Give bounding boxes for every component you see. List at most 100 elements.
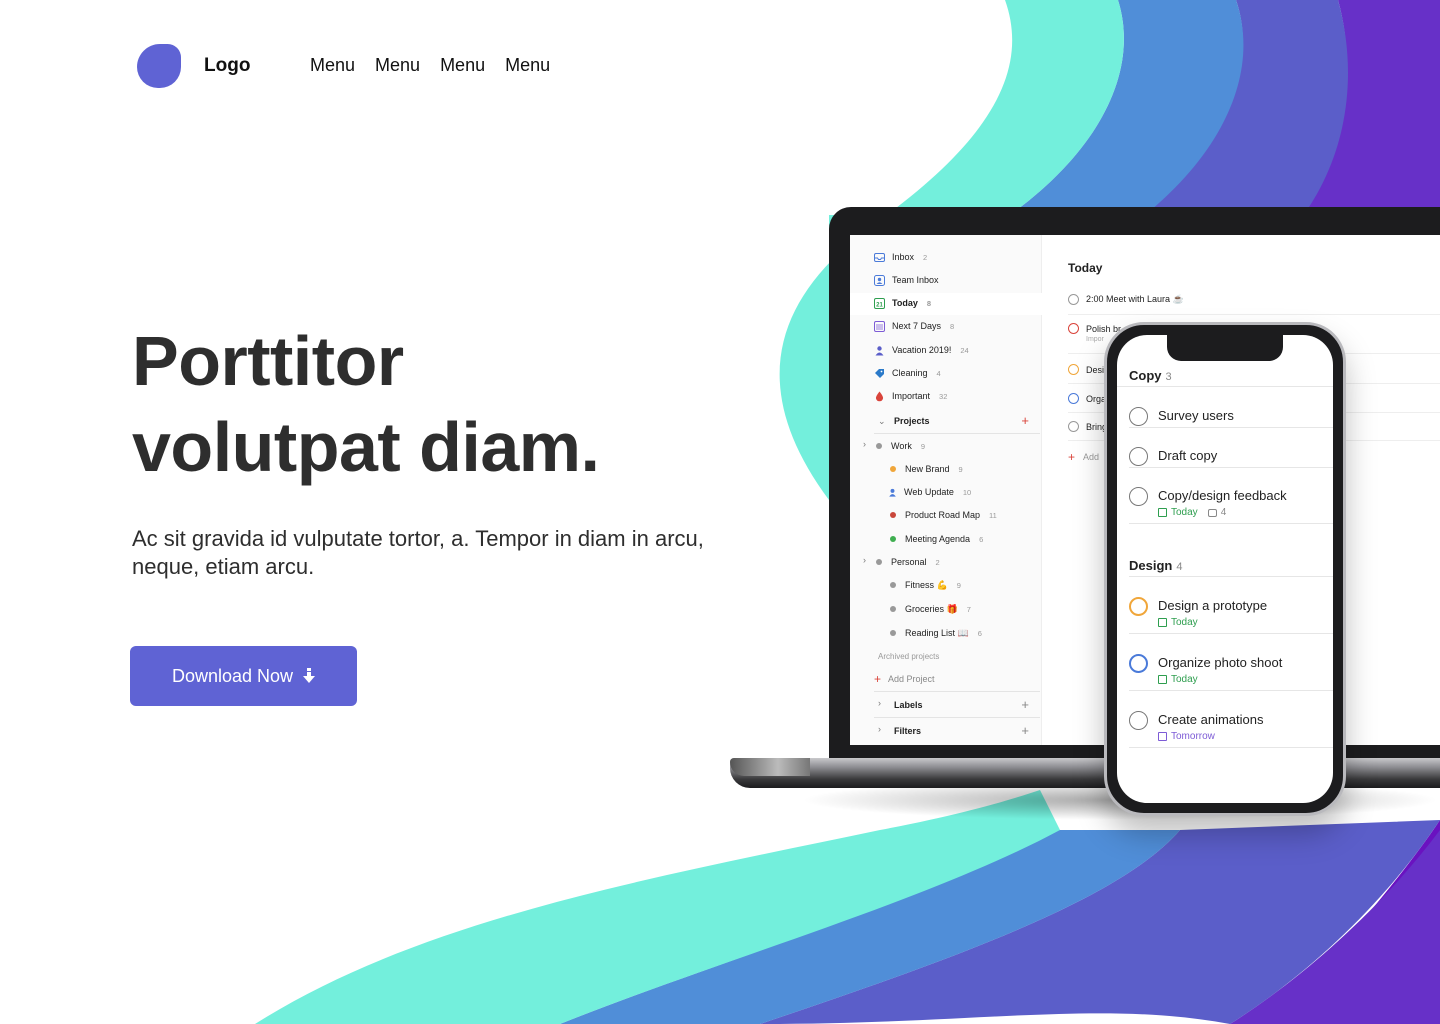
chevron-right-icon[interactable]: ›	[863, 555, 866, 565]
sidebar-item-label: Personal	[891, 557, 927, 567]
add-project-plus-icon[interactable]: +	[1021, 413, 1029, 428]
task-label: Draft copy	[1158, 448, 1218, 463]
task-row[interactable]: 2:00 Meet with Laura ☕	[1068, 294, 1184, 305]
project-dot-icon	[890, 630, 896, 636]
task-meta: Today	[1158, 674, 1282, 685]
sidebar-item-product-road-map[interactable]: Product Road Map 11	[888, 506, 997, 524]
add-task-button[interactable]: + Add	[1068, 450, 1099, 464]
add-filter-plus-icon[interactable]: +	[1021, 723, 1029, 738]
chevron-right-icon[interactable]: ›	[878, 724, 881, 734]
sidebar-item-work[interactable]: Work 9	[874, 437, 925, 455]
plus-icon: +	[1068, 450, 1076, 464]
add-project-button[interactable]: + Add Project	[874, 670, 935, 688]
sidebar-item-groceries[interactable]: Groceries 🎁 7	[888, 600, 971, 618]
sidebar-projects-header[interactable]: Projects	[894, 412, 930, 430]
task-row[interactable]: Polish br	[1068, 323, 1121, 334]
task-row[interactable]: Draft copy	[1129, 447, 1218, 466]
task-checkbox[interactable]	[1129, 597, 1148, 616]
sidebar-filters-header[interactable]: Filters	[894, 722, 921, 740]
sidebar-item-count: 9	[920, 441, 926, 451]
phone-screen: Copy 3 Survey users Draft copy Copy/desig…	[1117, 335, 1333, 803]
sidebar-item-important[interactable]: Important 32	[874, 387, 947, 405]
tag-icon	[875, 368, 884, 378]
task-checkbox[interactable]	[1068, 294, 1079, 305]
nav-menu-4[interactable]: Menu	[505, 55, 550, 76]
task-row[interactable]: Organize photo shoot Today	[1129, 654, 1283, 685]
projects-label: Projects	[894, 416, 930, 426]
sidebar-item-vacation[interactable]: Vacation 2019! 24	[874, 341, 969, 359]
task-checkbox[interactable]	[1129, 407, 1148, 426]
task-checkbox[interactable]	[1129, 487, 1148, 506]
task-checkbox[interactable]	[1129, 447, 1148, 466]
chevron-down-icon[interactable]: ⌄	[878, 416, 886, 427]
divider	[1129, 690, 1333, 691]
plus-icon: +	[874, 672, 882, 686]
sidebar-item-reading-list[interactable]: Reading List 📖 6	[888, 624, 982, 642]
task-row[interactable]: Copy/design feedback Today 4	[1129, 487, 1287, 518]
phone-notch	[1167, 335, 1283, 361]
sidebar-item-count: 24	[960, 345, 969, 355]
nav-menu-3[interactable]: Menu	[440, 55, 485, 76]
divider	[874, 433, 1040, 434]
hero-subtitle: Ac sit gravida id vulputate tortor, a. T…	[132, 526, 704, 579]
divider	[1129, 747, 1333, 748]
task-row[interactable]: Survey users	[1129, 407, 1234, 426]
task-checkbox[interactable]	[1129, 654, 1148, 673]
sidebar-item-count: 9	[956, 580, 961, 590]
divider	[874, 717, 1040, 718]
nav-menu-1[interactable]: Menu	[310, 55, 355, 76]
chevron-right-icon[interactable]: ›	[863, 439, 866, 449]
person-icon	[889, 488, 896, 497]
todo-sidebar: Inbox 2 Team Inbox 21 Today 8 Next 7 Days 8…	[850, 235, 1042, 745]
sidebar-item-meeting-agenda[interactable]: Meeting Agenda 6	[888, 530, 983, 548]
task-row[interactable]: Desi	[1068, 364, 1104, 375]
task-label: Copy/design feedback	[1158, 488, 1287, 503]
main-title: Today	[1068, 261, 1103, 275]
task-label: Survey users	[1158, 408, 1234, 423]
task-checkbox[interactable]	[1068, 364, 1079, 375]
task-checkbox[interactable]	[1068, 323, 1079, 334]
sidebar-item-web-update[interactable]: Web Update 10	[888, 483, 971, 501]
task-row[interactable]: Bring	[1068, 421, 1107, 432]
task-checkbox[interactable]	[1068, 421, 1079, 432]
sidebar-item-fitness[interactable]: Fitness 💪 9	[888, 576, 961, 594]
download-now-button[interactable]: Download Now	[130, 646, 357, 706]
task-label: Organize photo shoot	[1158, 655, 1283, 670]
task-checkbox[interactable]	[1129, 711, 1148, 730]
sidebar-item-team-inbox[interactable]: Team Inbox	[874, 271, 939, 289]
divider	[1129, 576, 1333, 577]
sidebar-item-inbox[interactable]: Inbox 2	[874, 248, 927, 266]
add-label-plus-icon[interactable]: +	[1021, 697, 1029, 712]
archived-projects-link[interactable]: Archived projects	[878, 647, 939, 665]
task-row[interactable]: Orga	[1068, 393, 1106, 404]
filters-label: Filters	[894, 726, 922, 736]
sidebar-item-new-brand[interactable]: New Brand 9	[888, 460, 963, 478]
sidebar-item-count: 2	[923, 252, 928, 262]
sidebar-labels-header[interactable]: Labels	[894, 696, 923, 714]
hero-title-line-1: Porttitor	[132, 322, 404, 400]
task-row[interactable]: Create animations Tomorrow	[1129, 711, 1264, 742]
main-nav: Menu Menu Menu Menu	[310, 55, 550, 76]
task-row[interactable]: Design a prototype Today	[1129, 597, 1267, 628]
sidebar-item-personal[interactable]: Personal 2	[874, 553, 940, 571]
sidebar-item-count: 10	[962, 487, 972, 497]
chevron-right-icon[interactable]: ›	[878, 698, 881, 708]
section-label: Design	[1129, 558, 1173, 573]
task-meta: Today	[1158, 617, 1267, 628]
logo-mark[interactable]	[137, 44, 181, 88]
sidebar-item-count: 7	[966, 604, 971, 614]
task-checkbox[interactable]	[1068, 393, 1079, 404]
comment-count: 4	[1220, 507, 1227, 518]
project-dot-icon	[890, 512, 896, 518]
sidebar-item-label: Groceries 🎁	[905, 603, 958, 614]
project-dot-icon	[876, 559, 882, 565]
logo-text[interactable]: Logo	[204, 55, 250, 77]
sidebar-item-label: Team Inbox	[892, 275, 939, 285]
sidebar-item-count: 6	[979, 534, 984, 544]
nav-menu-2[interactable]: Menu	[375, 55, 420, 76]
task-label: Orga	[1086, 393, 1107, 404]
sidebar-item-cleaning[interactable]: Cleaning 4	[874, 364, 941, 382]
sidebar-item-next-7-days[interactable]: Next 7 Days 8	[874, 317, 954, 335]
sidebar-item-today[interactable]: 21 Today 8	[874, 294, 931, 312]
sidebar-item-label: Work	[891, 441, 912, 451]
